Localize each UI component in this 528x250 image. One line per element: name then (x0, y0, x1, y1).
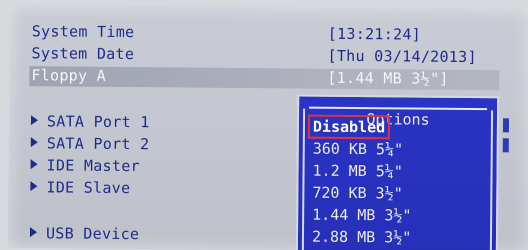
submenu-arrow-icon (30, 115, 39, 126)
popup-title-rule: Options (309, 106, 488, 129)
popup-border-right (489, 110, 494, 250)
submenu-label: IDE Slave (46, 178, 131, 198)
system-date-label: System Date (31, 44, 135, 64)
submenu-label: SATA Port 1 (46, 112, 150, 132)
submenu-usb-device[interactable]: USB Device (29, 224, 140, 244)
submenu-ide-master[interactable]: IDE Master (30, 156, 140, 176)
submenu-label: SATA Port 2 (46, 134, 150, 154)
clipped-help-text (502, 118, 510, 133)
option-360kb[interactable]: 360 KB 5¼" (313, 139, 403, 160)
submenu-arrow-icon (29, 227, 38, 238)
submenu-ide-slave[interactable]: IDE Slave (30, 178, 130, 198)
option-1-2mb[interactable]: 1.2 MB 5¼" (312, 161, 402, 182)
option-2-88mb[interactable]: 2.88 MB 3½" (312, 227, 412, 248)
submenu-arrow-icon (30, 181, 38, 192)
bios-setup-panel: System Time [13:21:24] System Date [Thu … (7, 4, 528, 250)
option-720kb[interactable]: 720 KB 3½" (312, 183, 402, 204)
system-date-field[interactable]: [Thu 03/14/2013] (327, 47, 476, 67)
clipped-help-text (502, 138, 509, 153)
submenu-label: IDE Master (46, 156, 140, 176)
option-disabled[interactable]: Disabled (307, 114, 391, 140)
option-1-44mb[interactable]: 1.44 MB 3½" (312, 205, 412, 226)
submenu-arrow-icon (30, 159, 38, 170)
floppy-a-label[interactable]: Floppy A (31, 66, 106, 86)
floppy-a-field[interactable]: [1.44 MB 3½"] (327, 69, 448, 89)
options-popup: Options Disabled 360 KB 5¼" 1.2 MB 5¼" 7… (295, 94, 500, 250)
submenu-arrow-icon (30, 137, 38, 148)
submenu-sata-port-2[interactable]: SATA Port 2 (30, 134, 150, 154)
system-time-field[interactable]: [13:21:24] (328, 25, 421, 45)
bios-screen-photo: System Time [13:21:24] System Date [Thu … (0, 0, 528, 250)
system-time-label: System Time (31, 22, 135, 42)
submenu-sata-port-1[interactable]: SATA Port 1 (30, 112, 150, 132)
submenu-label: USB Device (45, 224, 140, 244)
popup-border-left (301, 108, 306, 250)
